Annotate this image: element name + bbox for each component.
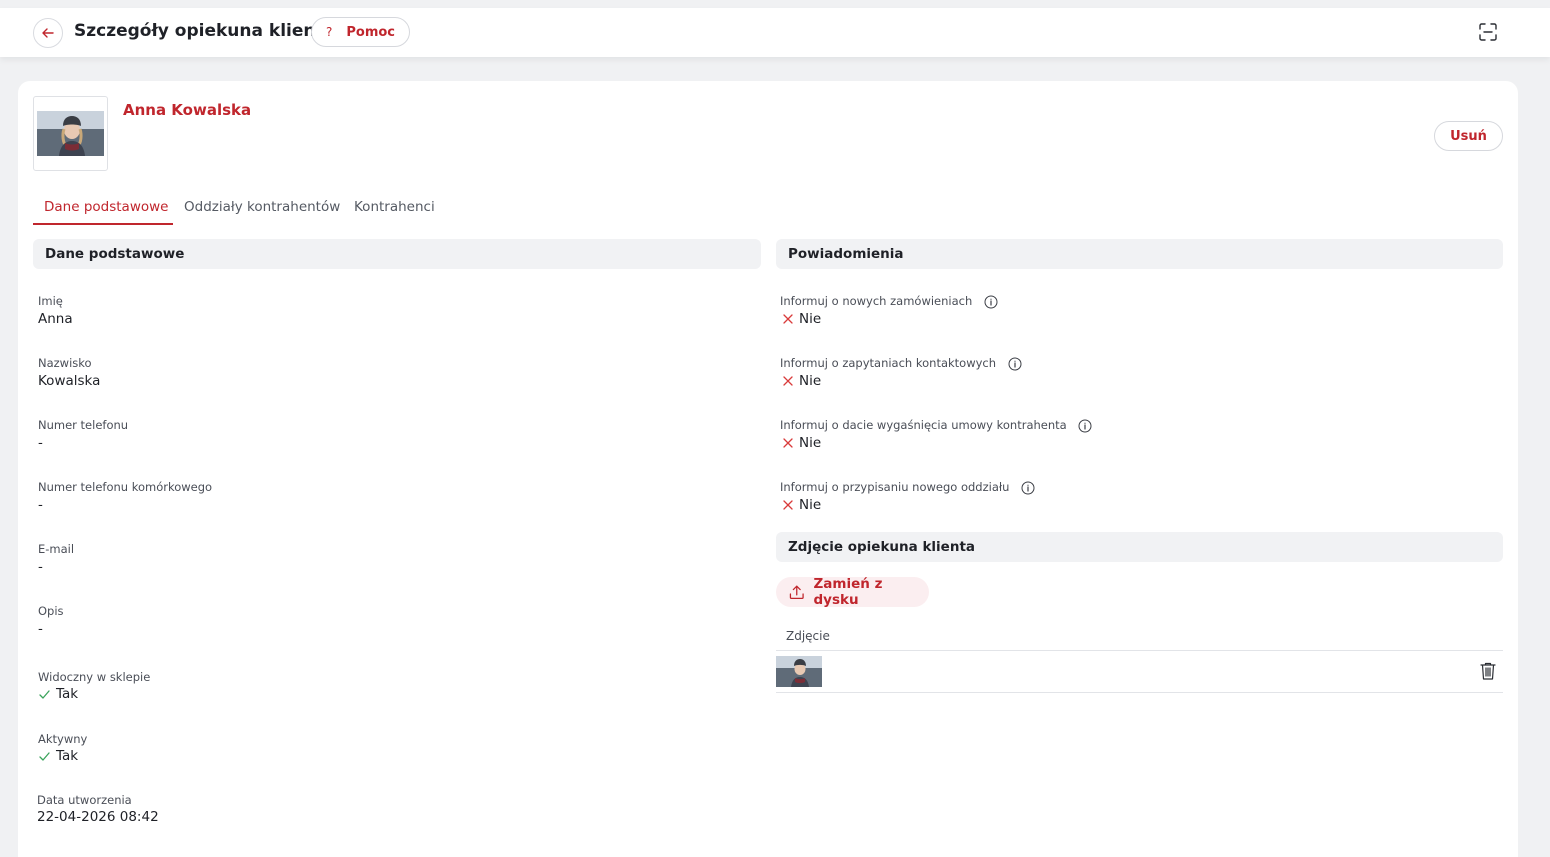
phone-value: - (38, 435, 43, 451)
avatar-photo (37, 111, 104, 156)
notification-label-text: Informuj o dacie wygaśnięcia umowy kontr… (780, 418, 1067, 432)
upload-button-label: Zamień z dysku (813, 576, 883, 608)
cross-icon (783, 376, 793, 386)
info-icon[interactable] (984, 295, 998, 309)
field-value: Anna (38, 311, 73, 327)
notification-value-text: Nie (799, 497, 822, 513)
details-card: Anna Kowalska Usuń Dane podstawowe Oddzi… (18, 81, 1518, 857)
description-value: - (38, 621, 43, 637)
field-label: Data utworzenia (37, 793, 132, 807)
notification-value: Nie (782, 435, 821, 451)
notification-value-text: Nie (799, 373, 822, 389)
divider (776, 650, 1503, 651)
tab-basic-data[interactable]: Dane podstawowe (33, 192, 173, 225)
notification-label-text: Informuj o zapytaniach kontaktowych (780, 356, 997, 370)
field-label: Widoczny w sklepie (38, 670, 151, 684)
avatar (33, 96, 108, 171)
photo-column-header: Zdjęcie (786, 629, 830, 643)
photo-thumbnail[interactable] (776, 656, 822, 687)
info-icon[interactable] (1021, 481, 1035, 495)
help-button[interactable]: ? Pomoc (311, 17, 410, 47)
field-value: - (38, 435, 43, 451)
fullscreen-icon[interactable] (1477, 21, 1499, 43)
field-label: Imię (38, 294, 63, 308)
field-label: Numer telefonu komórkowego (38, 480, 213, 494)
field-label: Nazwisko (38, 356, 92, 370)
cross-icon (783, 314, 793, 324)
tab-customer-branches[interactable]: Oddziały kontrahentów (184, 192, 340, 225)
field-value: Kowalska (38, 373, 100, 389)
notifications-heading: Powiadomienia (776, 239, 1503, 269)
field-label: Opis (38, 604, 64, 618)
page-header: Szczegóły opiekuna klienta ? Pomoc (0, 8, 1550, 57)
field-value: Tak (38, 686, 78, 702)
cross-icon (783, 500, 793, 510)
trash-icon[interactable] (1479, 661, 1497, 681)
notification-value-text: Nie (799, 435, 822, 451)
notification-label: Informuj o dacie wygaśnięcia umowy kontr… (780, 418, 1092, 433)
delete-button[interactable]: Usuń (1434, 121, 1503, 151)
field-value: - (38, 497, 43, 513)
email-value: - (38, 559, 43, 575)
page-title: Szczegóły opiekuna klienta (74, 21, 336, 41)
field-label: E-mail (38, 542, 75, 556)
top-strip (0, 0, 1550, 8)
check-icon (39, 751, 50, 761)
notification-value: Nie (782, 311, 821, 327)
tab-bar: Dane podstawowe Oddziały kontrahentów Ko… (33, 192, 483, 225)
info-icon[interactable] (1078, 419, 1092, 433)
arrow-left-icon (42, 28, 54, 38)
question-mark-icon: ? (325, 25, 333, 39)
notification-label-text: Informuj o przypisaniu nowego oddziału (780, 480, 1010, 494)
notification-value: Nie (782, 497, 821, 513)
visible-in-shop-value: Tak (56, 686, 79, 702)
tab-customers[interactable]: Kontrahenci (354, 192, 435, 225)
field-label: Aktywny (38, 732, 88, 746)
info-icon[interactable] (1008, 357, 1022, 371)
field-value: - (38, 621, 43, 637)
notification-label: Informuj o przypisaniu nowego oddziału (780, 480, 1035, 495)
person-name: Anna Kowalska (123, 101, 252, 119)
notification-value-text: Nie (799, 311, 822, 327)
check-icon (39, 689, 50, 699)
notification-label: Informuj o nowych zamówieniach (780, 294, 998, 309)
notification-label-text: Informuj o nowych zamówieniach (780, 294, 973, 308)
created-date-value: 22-04-2026 08:42 (37, 809, 159, 825)
photo-heading: Zdjęcie opiekuna klienta (776, 532, 1503, 562)
upload-button[interactable]: Zamień z dysku (776, 576, 929, 608)
cross-icon (783, 438, 793, 448)
help-button-label: Pomoc (346, 24, 396, 40)
first-name-value: Anna (38, 311, 73, 327)
upload-icon (789, 585, 804, 599)
mobile-value: - (38, 497, 43, 513)
active-value: Tak (56, 748, 79, 764)
field-label: Numer telefonu (38, 418, 129, 432)
last-name-value: Kowalska (38, 373, 101, 389)
field-value: Tak (38, 748, 78, 764)
field-value: - (38, 559, 43, 575)
field-value: 22-04-2026 08:42 (37, 809, 159, 825)
back-button[interactable] (33, 18, 63, 48)
notification-label: Informuj o zapytaniach kontaktowych (780, 356, 1022, 371)
divider (776, 692, 1503, 693)
basic-data-heading: Dane podstawowe (33, 239, 761, 269)
notification-value: Nie (782, 373, 821, 389)
